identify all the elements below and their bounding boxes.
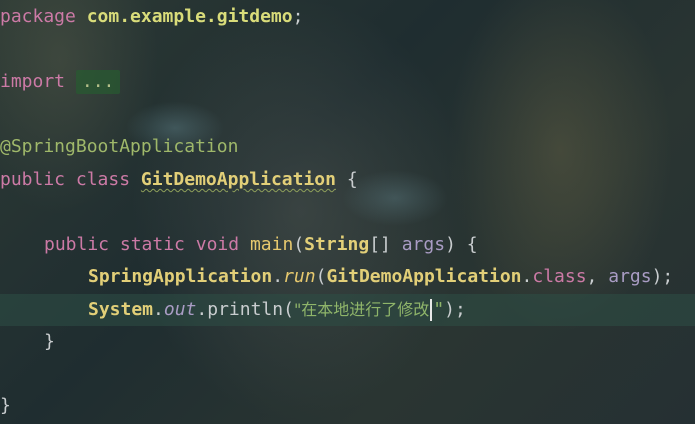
code-line-close-class[interactable]: } bbox=[0, 390, 695, 422]
method-println: println bbox=[207, 299, 284, 320]
dot: . bbox=[521, 266, 533, 287]
text-caret bbox=[430, 299, 433, 321]
code-line-close-method[interactable]: } bbox=[0, 326, 695, 358]
code-line-class-declaration[interactable]: public class GitDemoApplication { bbox=[0, 164, 695, 196]
open-paren: ( bbox=[315, 266, 327, 287]
class-spring-application: SpringApplication bbox=[88, 266, 273, 287]
code-line-main-method[interactable]: public static void main(String[] args) { bbox=[0, 229, 695, 261]
open-paren: ( bbox=[283, 299, 294, 320]
code-line-package[interactable]: package com.example.gitdemo; bbox=[0, 1, 695, 33]
keyword-void: void bbox=[195, 234, 240, 255]
method-name-main: main bbox=[249, 234, 294, 255]
close-paren-brace: ) { bbox=[445, 234, 478, 255]
keyword-package: package bbox=[0, 6, 76, 27]
package-name: com.example.gitdemo bbox=[86, 6, 293, 27]
keyword-class: class bbox=[75, 169, 131, 190]
folded-imports-toggle[interactable]: ... bbox=[75, 70, 121, 94]
keyword-public: public bbox=[0, 169, 66, 190]
close-paren: ); bbox=[444, 299, 466, 320]
semicolon: ; bbox=[292, 6, 304, 27]
keyword-static: static bbox=[119, 234, 185, 255]
dot: . bbox=[196, 299, 208, 320]
close-paren: ); bbox=[651, 266, 674, 287]
field-out: out bbox=[163, 299, 197, 320]
class-name: GitDemoApplication bbox=[140, 169, 336, 190]
close-brace: } bbox=[0, 395, 11, 416]
code-line-println-current[interactable]: System.out.println("在本地进行了修改 "); bbox=[0, 294, 695, 326]
code-line-annotation[interactable]: @SpringBootApplication bbox=[0, 131, 695, 163]
dot: . bbox=[153, 299, 164, 320]
annotation-spring-boot-application: @SpringBootApplication bbox=[0, 136, 239, 157]
comma: , bbox=[586, 266, 609, 287]
dot: . bbox=[272, 266, 284, 287]
code-editor[interactable]: package com.example.gitdemo; import ... … bbox=[0, 0, 695, 424]
class-system: System bbox=[88, 299, 154, 320]
keyword-class: class bbox=[532, 266, 587, 287]
code-line-spring-run[interactable]: SpringApplication.run(GitDemoApplication… bbox=[0, 261, 695, 293]
keyword-public: public bbox=[44, 234, 110, 255]
string-literal-end-quote: " bbox=[433, 299, 445, 320]
type-string: String bbox=[304, 234, 370, 255]
open-paren: ( bbox=[293, 234, 305, 255]
method-run: run bbox=[283, 266, 316, 287]
array-brackets: [] bbox=[369, 234, 402, 255]
open-brace: { bbox=[335, 169, 358, 190]
close-brace: } bbox=[44, 331, 55, 352]
param-args: args bbox=[401, 234, 446, 255]
param-args: args bbox=[608, 266, 652, 287]
code-line-import[interactable]: import ... bbox=[0, 66, 695, 98]
keyword-import: import bbox=[0, 71, 66, 92]
class-gitdemo-application: GitDemoApplication bbox=[326, 266, 522, 287]
string-literal: "在本地进行了修改 bbox=[293, 300, 430, 319]
